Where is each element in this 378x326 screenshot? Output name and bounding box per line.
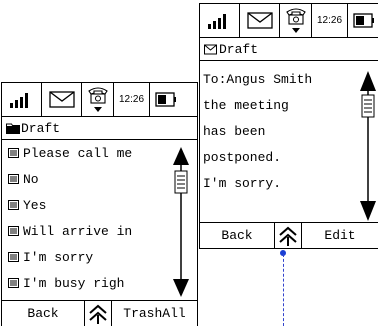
list-item-label: I'm busy righ bbox=[23, 275, 125, 291]
document-icon bbox=[8, 200, 19, 210]
menu-arrow-icon bbox=[279, 226, 297, 246]
scrollbar[interactable] bbox=[172, 147, 190, 297]
document-icon bbox=[8, 226, 19, 236]
edit-button[interactable]: Edit bbox=[302, 223, 378, 248]
document-icon bbox=[8, 252, 19, 262]
list-item-label: No bbox=[23, 171, 39, 187]
status-bar: 12:26 bbox=[200, 4, 378, 37]
message-recipient: To:Angus Smith bbox=[203, 71, 313, 87]
list-item-label: I'm sorry bbox=[23, 249, 94, 265]
signal-strength-icon bbox=[2, 83, 42, 116]
folder-icon bbox=[6, 123, 20, 134]
document-icon bbox=[8, 278, 19, 288]
clock-time: 12:26 bbox=[114, 83, 150, 116]
envelope-icon[interactable] bbox=[240, 4, 280, 37]
list-item[interactable]: Will arrive in bbox=[2, 218, 166, 244]
message-body[interactable]: To:Angus Smith the meeting has been post… bbox=[200, 66, 360, 196]
back-button[interactable]: Back bbox=[2, 301, 84, 326]
folder-title: Draft bbox=[200, 37, 378, 61]
folder-title-label: Draft bbox=[21, 120, 61, 136]
menu-arrow-icon bbox=[89, 304, 107, 324]
message-line: I'm sorry. bbox=[203, 175, 282, 191]
clock-time: 12:26 bbox=[312, 4, 348, 37]
battery-icon bbox=[348, 4, 378, 37]
envelope-icon[interactable] bbox=[42, 83, 82, 116]
list-item[interactable]: Please call me bbox=[2, 140, 166, 166]
list-item-label: Please call me bbox=[23, 145, 133, 161]
folder-title: Draft bbox=[2, 116, 197, 140]
message-line: the meeting bbox=[203, 97, 289, 113]
folder-title-label: Draft bbox=[219, 41, 259, 57]
message-line: postponed. bbox=[203, 149, 282, 165]
signal-strength-icon bbox=[200, 4, 240, 37]
telephone-icon[interactable] bbox=[82, 83, 114, 116]
softkey-bar: Back Edit bbox=[200, 222, 378, 248]
list-item-label: Will arrive in bbox=[23, 223, 133, 239]
list-item[interactable]: I'm busy righ bbox=[2, 270, 166, 296]
message-line: has been bbox=[203, 123, 266, 139]
menu-button[interactable] bbox=[84, 301, 112, 326]
telephone-icon[interactable] bbox=[280, 4, 312, 37]
status-bar: 12:26 bbox=[2, 83, 197, 116]
battery-icon bbox=[150, 83, 182, 116]
draft-message-screen: 12:26 Draft To:Angus Smith the meeting h… bbox=[199, 3, 378, 249]
draft-list: Please call me No Yes Will arrive in I'm… bbox=[2, 140, 166, 296]
trashall-button[interactable]: TrashAll bbox=[112, 301, 197, 326]
list-item[interactable]: Yes bbox=[2, 192, 166, 218]
annotation-connector-line bbox=[283, 254, 284, 326]
list-item[interactable]: No bbox=[2, 166, 166, 192]
list-item[interactable]: I'm sorry bbox=[2, 244, 166, 270]
softkey-bar: Back TrashAll bbox=[2, 300, 197, 326]
document-icon bbox=[8, 148, 19, 158]
list-item-label: Yes bbox=[23, 197, 47, 213]
menu-button[interactable] bbox=[274, 223, 302, 248]
back-button[interactable]: Back bbox=[200, 223, 274, 248]
scrollbar[interactable] bbox=[359, 71, 377, 221]
draft-list-screen: 12:26 Draft Please call me No Yes Will a… bbox=[1, 82, 198, 326]
document-icon bbox=[8, 174, 19, 184]
envelope-icon bbox=[204, 44, 217, 55]
